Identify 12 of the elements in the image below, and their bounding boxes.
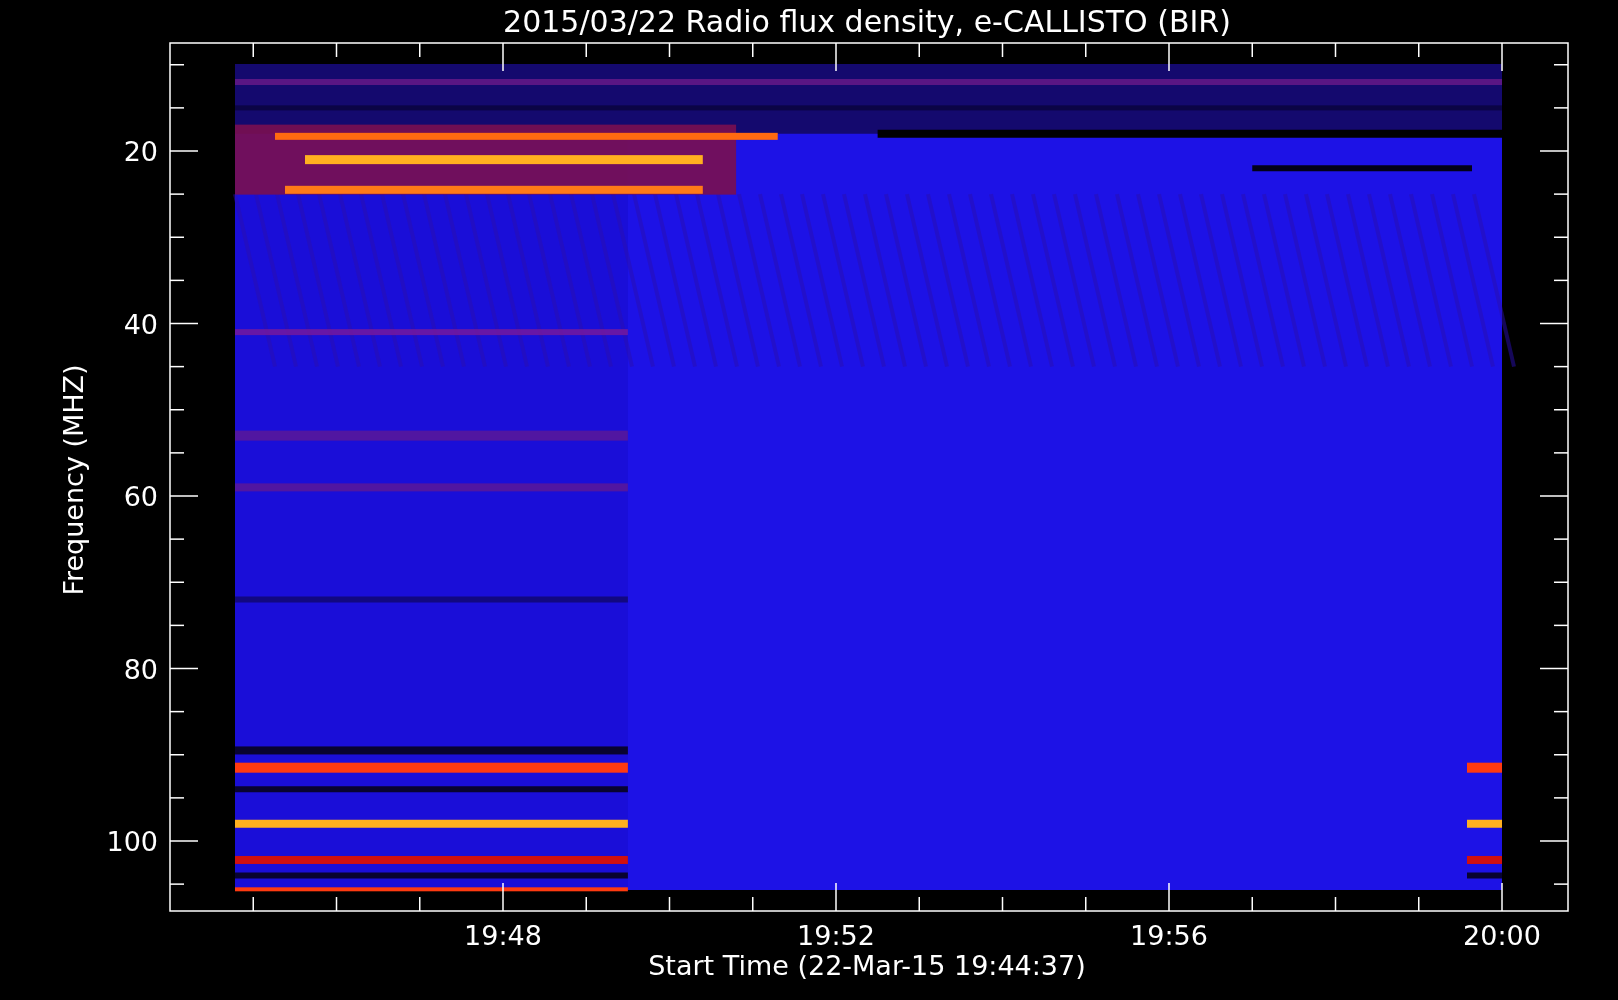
y-tick-label: 80 [123, 653, 158, 685]
y-tick-label: 20 [123, 136, 158, 167]
y-tick-label: 60 [123, 481, 158, 512]
y-axis-label: Frequency (MHZ) [58, 364, 89, 596]
x-tick-label: 19:56 [1130, 920, 1208, 951]
x-tick-label: 19:52 [797, 920, 875, 951]
y-tick-label: 40 [123, 308, 158, 340]
x-tick-label: 20:00 [1463, 920, 1541, 951]
y-tick-label: 100 [106, 826, 158, 857]
x-tick-label: 19:48 [464, 920, 542, 951]
chart-title: 2015/03/22 Radio flux density, e-CALLISTO (BIR) [503, 4, 1231, 39]
x-axis-label: Start Time (22-Mar-15 19:44:37) [648, 950, 1086, 981]
